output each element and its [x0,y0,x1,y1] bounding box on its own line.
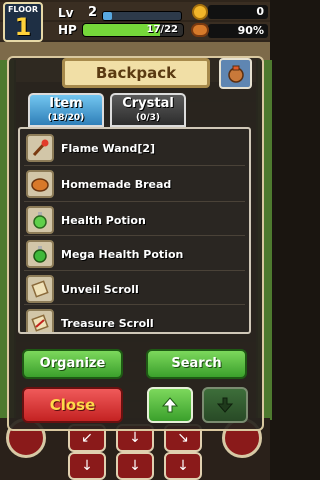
dpad-extra-center-button[interactable]: ↓ [116,452,154,480]
wand-icon [26,134,54,162]
scroll-icon [26,309,54,332]
list-item[interactable]: Unveil Scroll [20,272,249,306]
item-label: Homemade Bread [61,177,172,191]
arrow-down-icon [216,397,234,413]
gold-counter: 0 [208,5,268,19]
xp-bar-fill [103,12,113,20]
tab-item-count: (18/20) [47,113,85,123]
satiety-counter: 90% [208,24,268,38]
bag-button[interactable] [219,58,252,89]
level-label: Lv [58,6,74,20]
item-list[interactable]: Flame Wand[2] Homemade Bread Health Poti… [18,127,251,334]
divider [24,201,245,202]
item-label: Flame Wand[2] [61,141,156,155]
bag-icon [227,65,244,83]
divider [24,235,245,236]
backpack-title: Backpack [95,64,177,82]
list-item[interactable]: Mega Health Potion [20,237,249,271]
close-button[interactable]: Close [22,387,123,423]
scroll-up-button[interactable] [147,387,193,423]
level-value: 2 [88,5,98,20]
item-label: Treasure Scroll [61,316,154,330]
tab-crystal-label: Crystal [122,96,174,111]
floor-indicator: FLOOR 1 [3,2,43,42]
scroll-down-button[interactable] [202,387,248,423]
hp-label: HP [58,23,77,37]
item-label: Health Potion [61,213,146,227]
tab-item[interactable]: Item (18/20) [28,93,104,127]
coin-icon [192,4,208,20]
hp-value: 17/22 [146,24,178,35]
backpack-title-banner: Backpack [62,58,210,88]
tab-item-label: Item [49,96,83,111]
floor-number: 1 [14,13,32,41]
bread-icon [26,170,54,198]
organize-button[interactable]: Organize [22,349,123,379]
scroll-icon [26,275,54,303]
divider [24,270,245,271]
divider [24,165,245,166]
dpad-extra-right-button[interactable]: ↓ [164,452,202,480]
list-item[interactable]: Health Potion [20,203,249,237]
potion-icon [26,240,54,268]
list-item[interactable]: Flame Wand[2] [20,131,249,165]
list-item[interactable]: Treasure Scroll [20,306,249,332]
potion-icon [26,206,54,234]
xp-bar [102,11,182,21]
bread-icon [191,23,209,37]
arrow-up-icon [161,397,179,413]
search-button[interactable]: Search [146,349,247,379]
item-label: Mega Health Potion [61,247,184,261]
tab-crystal[interactable]: Crystal (0/3) [110,93,186,127]
item-label: Unveil Scroll [61,282,139,296]
list-item[interactable]: Homemade Bread [20,167,249,201]
divider [24,304,245,305]
tab-crystal-count: (0/3) [135,113,161,123]
dpad-extra-left-button[interactable]: ↓ [68,452,106,480]
